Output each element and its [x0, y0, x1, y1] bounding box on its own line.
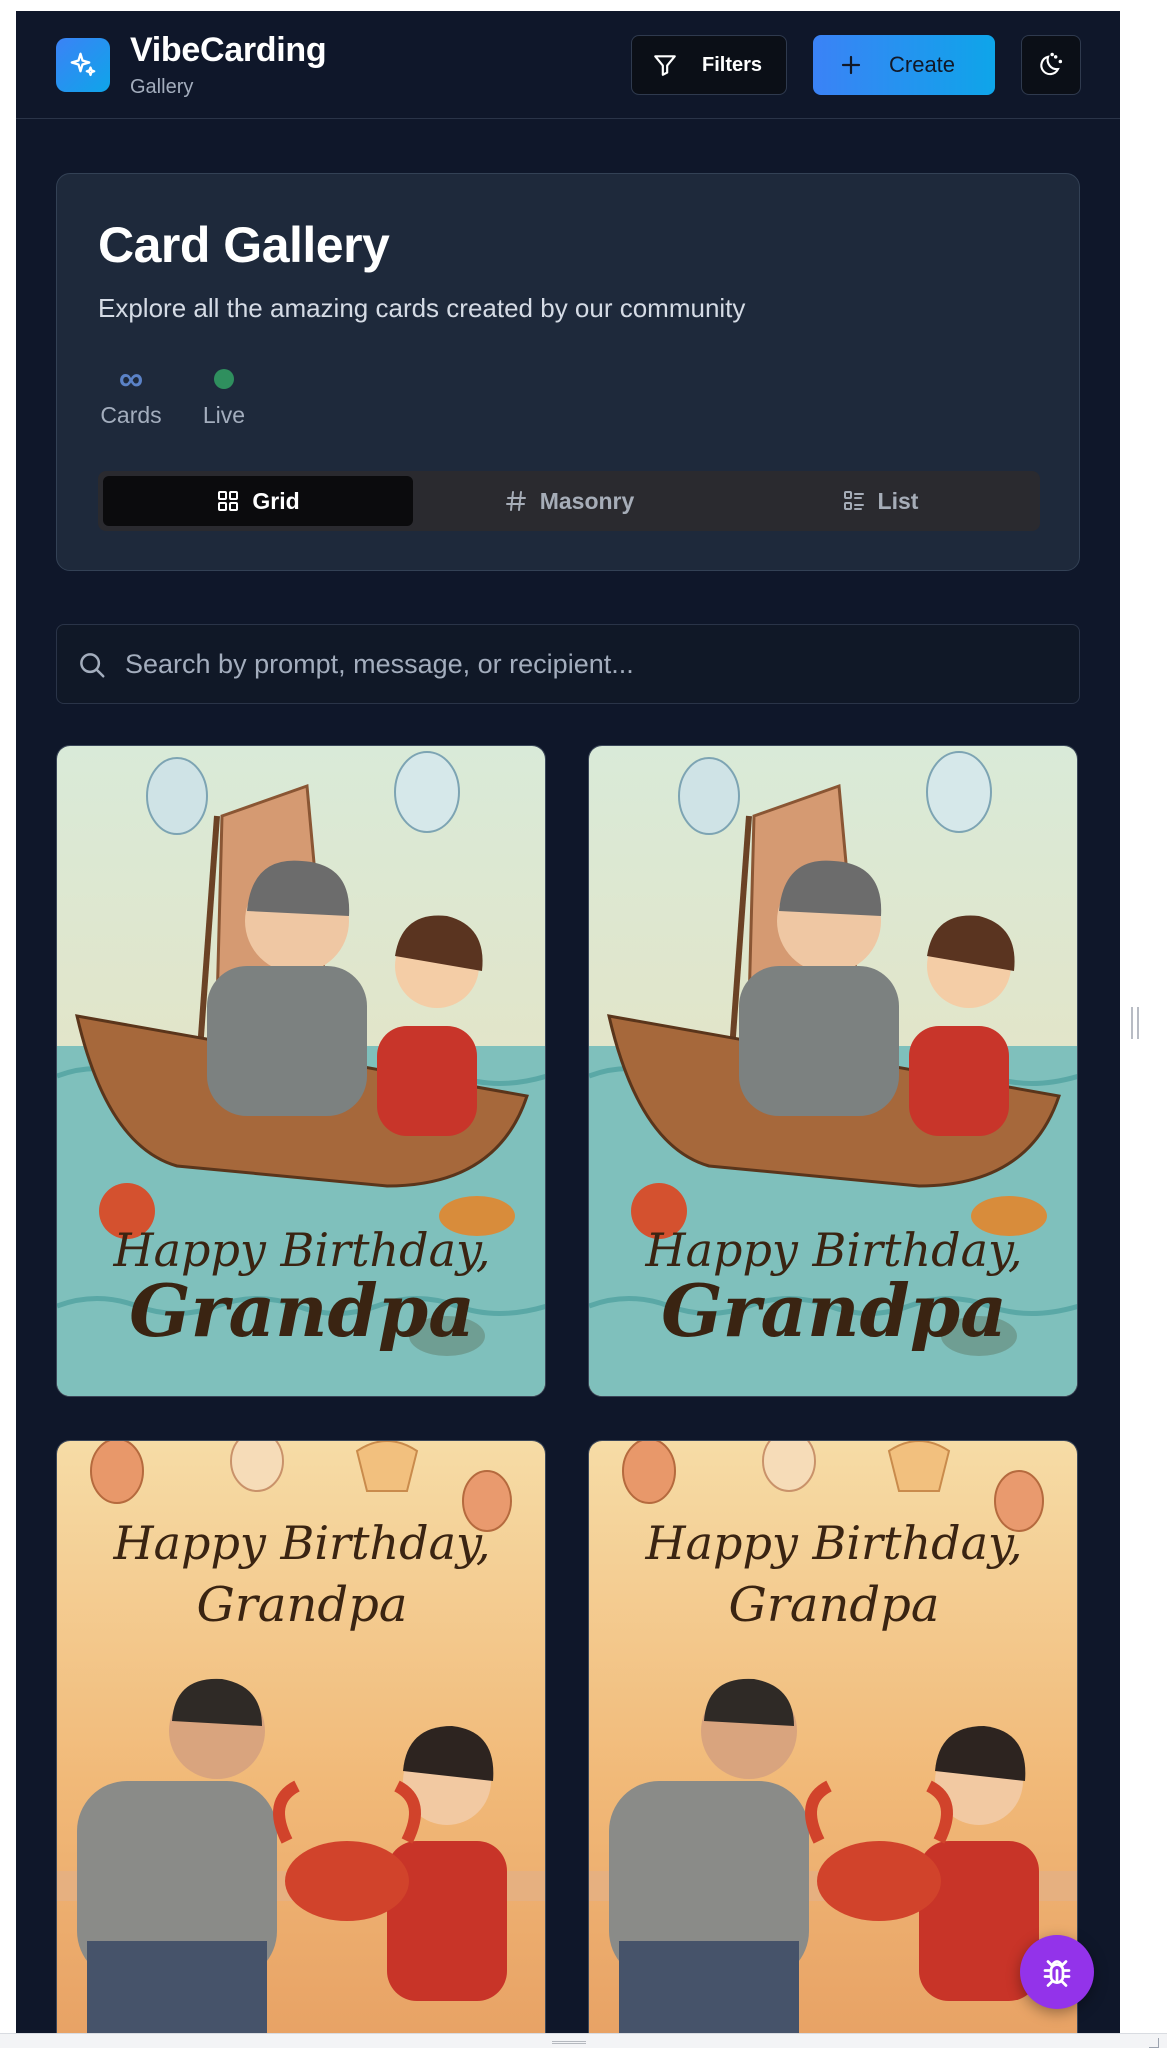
moon-icon — [1040, 52, 1063, 76]
live-dot-icon — [214, 369, 234, 389]
grid-icon — [218, 491, 239, 511]
view-list-label: List — [877, 487, 919, 514]
plus-icon — [841, 55, 861, 75]
search-bar — [56, 624, 1080, 704]
create-label: Create — [889, 52, 956, 77]
filters-button[interactable]: Filters — [631, 35, 787, 95]
view-list-button[interactable]: List — [725, 476, 1035, 526]
filter-icon — [654, 55, 676, 76]
card-greeting-line2: Grandpa — [661, 1268, 1007, 1353]
card-illustration-crab: Happy Birthday, Grandpa — [589, 1441, 1077, 2033]
resize-corner-icon[interactable] — [1149, 2038, 1159, 2048]
app-viewport: VibeCarding Gallery Filters Create Card … — [16, 11, 1120, 2033]
create-button[interactable]: Create — [813, 35, 995, 95]
brand-title[interactable]: VibeCarding — [130, 31, 327, 70]
card-illustration-boat: Happy Birthday, Grandpa — [57, 746, 545, 1396]
page-subtitle: Explore all the amazing cards created by… — [98, 293, 746, 323]
gallery-card[interactable]: Happy Birthday, Grandpa — [56, 1440, 546, 2033]
theme-toggle-button[interactable] — [1021, 35, 1081, 95]
bottom-grip-handle[interactable] — [552, 2041, 586, 2044]
gallery-card[interactable]: Happy Birthday, Grandpa — [588, 1440, 1078, 2033]
card-greeting-line2: Grandpa — [729, 1577, 940, 1633]
page-title: Card Gallery — [98, 217, 390, 273]
card-greeting-line1: Happy Birthday, — [644, 1516, 1022, 1570]
card-illustration-boat: Happy Birthday, Grandpa — [589, 746, 1077, 1396]
card-greeting-line2: Grandpa — [197, 1577, 408, 1633]
brand-subtitle: Gallery — [130, 76, 194, 98]
infinity-icon: ∞ — [118, 360, 144, 398]
card-greeting-line1: Happy Birthday, — [112, 1516, 490, 1570]
bug-report-button[interactable] — [1020, 1935, 1094, 2009]
view-grid-label: Grid — [252, 487, 300, 514]
list-icon — [843, 491, 864, 510]
stat-live: Live — [201, 364, 247, 429]
view-mode-toggle: Grid Masonry List — [98, 471, 1040, 531]
search-input[interactable] — [125, 641, 1055, 687]
view-masonry-label: Masonry — [539, 487, 635, 514]
gallery-card[interactable]: Happy Birthday, Grandpa — [588, 745, 1078, 1397]
resize-handle[interactable] — [1131, 1007, 1139, 1039]
view-masonry-button[interactable]: Masonry — [414, 476, 724, 526]
hash-icon — [505, 491, 526, 511]
search-icon — [80, 653, 105, 678]
stat-cards-label: Cards — [100, 402, 162, 428]
gallery-hero-panel: Card Gallery Explore all the amazing car… — [56, 173, 1080, 571]
sparkles-icon[interactable] — [56, 38, 110, 92]
filters-label: Filters — [702, 53, 763, 76]
card-greeting-line2: Grandpa — [129, 1268, 475, 1353]
bug-icon — [1043, 1960, 1071, 1987]
top-header: VibeCarding Gallery Filters Create — [16, 11, 1120, 119]
gallery-card[interactable]: Happy Birthday, Grandpa — [56, 745, 546, 1397]
card-illustration-crab: Happy Birthday, Grandpa — [57, 1441, 545, 2033]
view-grid-button[interactable]: Grid — [103, 476, 413, 526]
stat-live-label: Live — [202, 402, 246, 428]
window-bottom-bar — [0, 2033, 1167, 2048]
stat-cards: ∞ Cards — [98, 360, 164, 429]
